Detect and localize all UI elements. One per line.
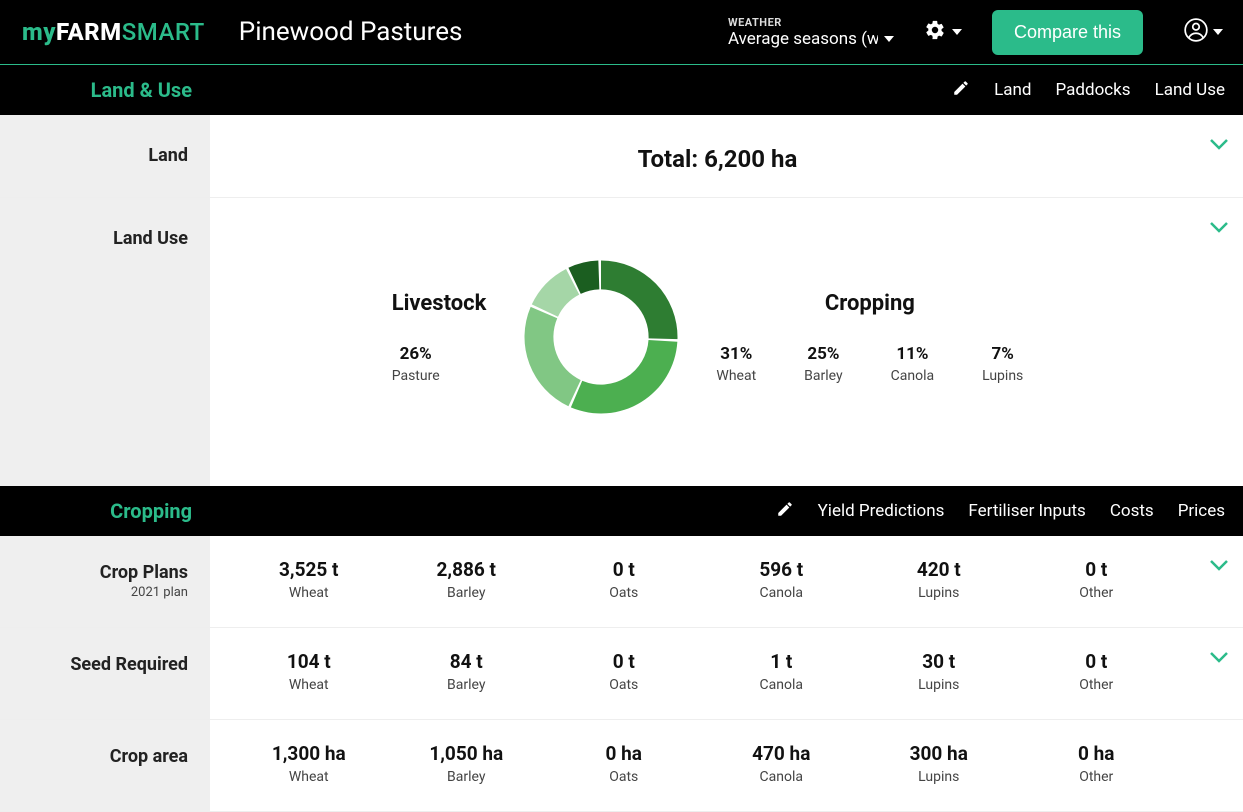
stat-wheat: 3,525 tWheat: [230, 558, 388, 601]
row-crop-area: Crop area 1,300 haWheat1,050 haBarley0 h…: [0, 720, 1243, 812]
tab-prices[interactable]: Prices: [1178, 501, 1225, 521]
logo-part-farm: FARM: [56, 18, 122, 46]
row-seed-required: Seed Required 104 tWheat84 tBarley0 tOat…: [0, 628, 1243, 720]
row-label-crop-area: Crop area: [0, 720, 210, 811]
logo-part-smart: SMART: [122, 18, 205, 46]
tab-fertiliser-inputs[interactable]: Fertiliser Inputs: [968, 501, 1085, 521]
chevron-down-icon: [1209, 648, 1229, 660]
donut-slice-canola: [532, 269, 579, 317]
stat-canola: 596 tCanola: [703, 558, 861, 601]
section-title-land-use: Land & Use: [0, 78, 210, 102]
stat-oats: 0 tOats: [545, 558, 703, 601]
land-total: Total: 6,200 ha: [210, 139, 1225, 173]
logo-part-my: my: [22, 18, 56, 46]
section-header-land-use: Land & Use Land Paddocks Land Use: [0, 65, 1243, 115]
weather-selector[interactable]: WEATHER Average seasons (wa: [728, 16, 894, 49]
lu-item-wheat: 31% Wheat: [716, 344, 756, 384]
section-title-cropping: Cropping: [0, 499, 210, 523]
chevron-down-icon: [1209, 218, 1229, 230]
user-icon: [1183, 17, 1209, 47]
row-land-use: Land Use Livestock 26% Pasture Cr: [0, 198, 1243, 486]
expand-toggle-seed-required[interactable]: [1209, 648, 1229, 667]
tab-land-use[interactable]: Land Use: [1155, 80, 1225, 100]
land-use-donut-chart: [516, 252, 686, 422]
stat-canola: 1 tCanola: [703, 650, 861, 693]
stat-oats: 0 haOats: [545, 742, 703, 785]
stat-other: 0 tOther: [1018, 650, 1176, 693]
expand-toggle-crop-plans[interactable]: [1209, 556, 1229, 575]
stat-wheat: 104 tWheat: [230, 650, 388, 693]
lu-item-canola: 11% Canola: [891, 344, 934, 384]
livestock-group: Livestock 26% Pasture: [392, 291, 487, 384]
chevron-down-icon: [1209, 556, 1229, 568]
cropping-group: Cropping 31% Wheat 25% Barley 11% Canola: [716, 291, 1023, 384]
stat-canola: 470 haCanola: [703, 742, 861, 785]
weather-label: WEATHER: [728, 16, 894, 29]
stat-other: 0 haOther: [1018, 742, 1176, 785]
lu-item-pasture: 26% Pasture: [392, 344, 440, 384]
stat-lupins: 420 tLupins: [860, 558, 1018, 601]
donut-slice-wheat: [571, 340, 677, 414]
livestock-title: Livestock: [392, 291, 487, 316]
tab-yield-predictions[interactable]: Yield Predictions: [818, 501, 945, 521]
lu-item-lupins: 7% Lupins: [982, 344, 1023, 384]
row-label-land-use: Land Use: [0, 198, 210, 486]
stat-oats: 0 tOats: [545, 650, 703, 693]
lu-item-barley: 25% Barley: [804, 344, 842, 384]
chevron-down-icon: [1209, 135, 1229, 147]
settings-button[interactable]: [924, 19, 962, 45]
chevron-down-icon: [884, 36, 894, 42]
stat-other: 0 tOther: [1018, 558, 1176, 601]
row-label-land: Land: [0, 115, 210, 197]
app-logo[interactable]: myFARMSMART: [22, 18, 205, 46]
row-crop-plans: Crop Plans 2021 plan 3,525 tWheat2,886 t…: [0, 536, 1243, 628]
donut-slice-barley: [525, 307, 581, 406]
donut-slice-pasture: [601, 261, 678, 340]
stat-lupins: 30 tLupins: [860, 650, 1018, 693]
compare-button[interactable]: Compare this: [992, 10, 1143, 55]
chevron-down-icon: [1213, 29, 1223, 35]
topbar: myFARMSMART Pinewood Pastures WEATHER Av…: [0, 0, 1243, 65]
gear-icon: [924, 19, 946, 45]
expand-toggle-land[interactable]: [1209, 135, 1229, 154]
row-label-seed-required: Seed Required: [0, 628, 210, 719]
pencil-icon[interactable]: [776, 500, 794, 523]
farm-name: Pinewood Pastures: [239, 17, 463, 47]
tab-costs[interactable]: Costs: [1110, 501, 1154, 521]
stat-barley: 2,886 tBarley: [388, 558, 546, 601]
stat-barley: 84 tBarley: [388, 650, 546, 693]
chevron-down-icon: [952, 29, 962, 35]
row-label-crop-plans: Crop Plans 2021 plan: [0, 536, 210, 627]
stat-lupins: 300 haLupins: [860, 742, 1018, 785]
expand-toggle-land-use[interactable]: [1209, 218, 1229, 237]
row-land: Land Total: 6,200 ha: [0, 115, 1243, 198]
stat-wheat: 1,300 haWheat: [230, 742, 388, 785]
tab-land[interactable]: Land: [994, 80, 1031, 100]
section-header-cropping: Cropping Yield Predictions Fertiliser In…: [0, 486, 1243, 536]
weather-value: Average seasons (wa: [728, 29, 878, 49]
user-menu-button[interactable]: [1183, 17, 1223, 47]
stat-barley: 1,050 haBarley: [388, 742, 546, 785]
cropping-title: Cropping: [716, 291, 1023, 316]
pencil-icon[interactable]: [952, 79, 970, 102]
tab-paddocks[interactable]: Paddocks: [1056, 80, 1131, 100]
